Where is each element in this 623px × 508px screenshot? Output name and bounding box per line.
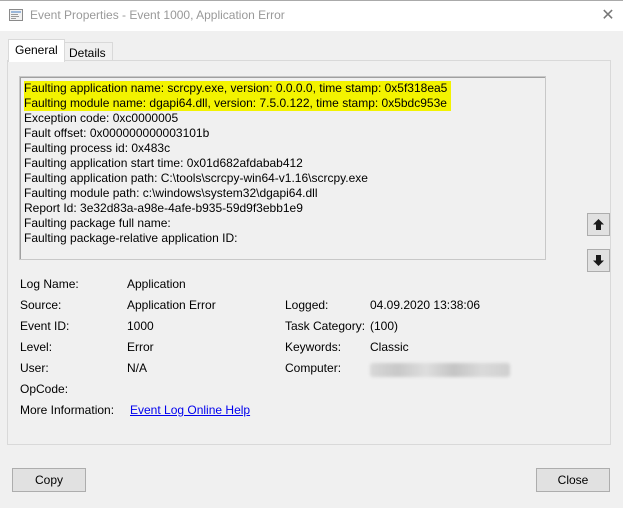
description-line: Faulting package full name: [24,216,171,230]
keywords-label: Keywords: [285,340,342,354]
user-label: User: [20,361,49,375]
description-line-highlighted: Faulting module name: dgapi64.dll, versi… [24,96,451,111]
source-label: Source: [20,298,62,312]
event-properties-window: Event Properties - Event 1000, Applicati… [0,0,623,508]
user-value: N/A [127,361,148,375]
description-line-highlighted: Faulting application name: scrcpy.exe, v… [24,81,452,96]
logged-label: Logged: [285,298,329,312]
task-category-label: Task Category: [285,319,366,333]
opcode-label: OpCode: [20,382,69,396]
source-value: Application Error [127,298,216,312]
description-line: Report Id: 3e32d83a-a98e-4afe-b935-59d9f… [24,201,303,215]
event-viewer-icon [9,9,23,21]
description-line: Faulting module path: c:\windows\system3… [24,186,318,200]
computer-value-redacted [370,363,510,377]
event-id-value: 1000 [127,319,154,333]
arrow-up-icon [593,219,604,230]
copy-button[interactable]: Copy [12,468,86,492]
next-event-button[interactable] [587,249,610,272]
log-name-value: Application [127,277,186,291]
event-log-online-help-link[interactable]: Event Log Online Help [130,402,250,418]
window-close-icon[interactable]: ✕ [596,4,620,26]
description-line: Faulting process id: 0x483c [24,141,171,155]
description-line: Faulting application start time: 0x01d68… [24,156,303,170]
description-line: Fault offset: 0x000000000003101b [24,126,210,140]
description-line: Faulting package-relative application ID… [24,231,238,245]
event-id-label: Event ID: [20,319,70,333]
computer-label: Computer: [285,361,342,375]
arrow-down-icon [593,255,604,266]
description-line: Faulting application path: C:\tools\scrc… [24,171,368,185]
level-value: Error [127,340,154,354]
level-label: Level: [20,340,53,354]
close-button[interactable]: Close [536,468,610,492]
keywords-value: Classic [370,340,409,354]
window-title: Event Properties - Event 1000, Applicati… [30,8,285,22]
log-name-label: Log Name: [20,277,79,291]
more-information-label: More Information: [20,403,115,417]
tab-general[interactable]: General [8,39,65,62]
description-line: Exception code: 0xc0000005 [24,111,179,125]
title-bar: Event Properties - Event 1000, Applicati… [0,1,623,31]
previous-event-button[interactable] [587,213,610,236]
task-category-value: (100) [370,319,399,333]
logged-value: 04.09.2020 13:38:06 [370,298,481,312]
